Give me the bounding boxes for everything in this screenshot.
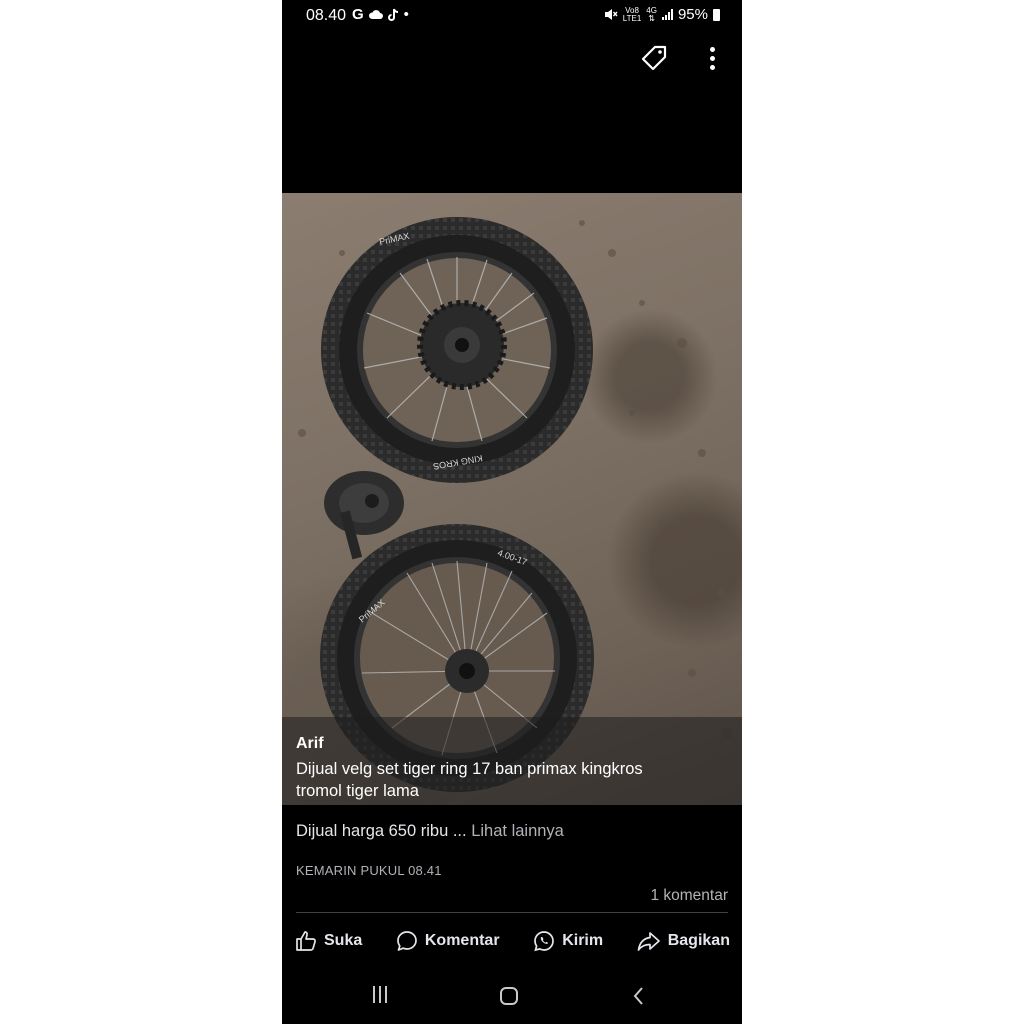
comment-label: Komentar (424, 932, 500, 949)
post-body-text: Dijual harga 650 ribu ... (296, 822, 467, 840)
dot-icon: • (403, 6, 409, 23)
cloud-icon (368, 10, 383, 19)
home-button[interactable] (500, 987, 518, 1005)
status-system-icons: Vo8 LTE1 4G ⇅ 95% (604, 6, 720, 23)
caption-overlay: Arif Dijual velg set tiger ring 17 ban p… (282, 717, 742, 805)
back-icon (633, 987, 643, 1005)
share-button[interactable]: Bagikan (636, 929, 730, 953)
send-label: Kirim (562, 932, 604, 949)
battery-percent: 95% (677, 6, 708, 23)
post-photo[interactable]: PriMAX KING KROS PriMAX 4.00-17 Arif Dij… (282, 193, 742, 805)
volte-label-bottom: LTE1 (622, 13, 642, 23)
more-options-button[interactable] (698, 42, 726, 74)
tiktok-icon (387, 8, 398, 21)
top-wheel: PriMAX KING KROS (321, 217, 593, 483)
status-notification-icons: G • (352, 6, 409, 23)
phone-screen: 08.40 G • Vo8 LTE1 4G ⇅ 95% PriMAX KING … (282, 0, 742, 1024)
comment-icon (397, 931, 417, 951)
google-icon: G (352, 6, 364, 23)
tag-icon (641, 45, 667, 71)
comment-count[interactable]: 1 komentar (650, 887, 728, 905)
system-nav-bar (282, 976, 742, 1016)
action-bar: Suka Komentar Kirim Bagikan (294, 926, 730, 956)
more-vertical-icon (709, 46, 715, 52)
signal-icon (661, 9, 673, 20)
whatsapp-send-button[interactable]: Kirim (532, 929, 603, 953)
status-time: 08.40 (306, 7, 347, 24)
post-timestamp: KEMARIN PUKUL 08.41 (296, 863, 442, 878)
mute-icon (604, 9, 618, 20)
status-bar: 08.40 G • Vo8 LTE1 4G ⇅ 95% (282, 0, 742, 32)
share-icon (637, 932, 660, 951)
see-more-link[interactable]: Lihat lainnya (471, 822, 564, 840)
share-label: Bagikan (667, 932, 730, 949)
post-body: Dijual harga 650 ribu ... Lihat lainnya (296, 822, 564, 841)
like-button[interactable]: Suka (294, 929, 362, 953)
like-label: Suka (324, 932, 363, 949)
network-type: 4G ⇅ (646, 5, 657, 23)
comment-button[interactable]: Komentar (395, 929, 500, 953)
recents-icon (373, 986, 375, 1003)
volte-indicator: Vo8 LTE1 (622, 6, 642, 23)
photo-caption: Dijual velg set tiger ring 17 ban primax… (296, 760, 643, 800)
wheels-photo-illustration: PriMAX KING KROS PriMAX 4.00-17 (298, 217, 733, 792)
battery-icon (713, 8, 720, 21)
network-label: 4G (646, 5, 657, 15)
whatsapp-icon (534, 931, 555, 952)
back-button[interactable] (630, 985, 648, 1007)
tag-button[interactable] (638, 42, 670, 74)
author-name[interactable]: Arif (296, 735, 324, 753)
thumbs-up-icon (296, 931, 316, 951)
divider (296, 912, 728, 913)
recent-apps-button[interactable] (370, 986, 390, 1006)
